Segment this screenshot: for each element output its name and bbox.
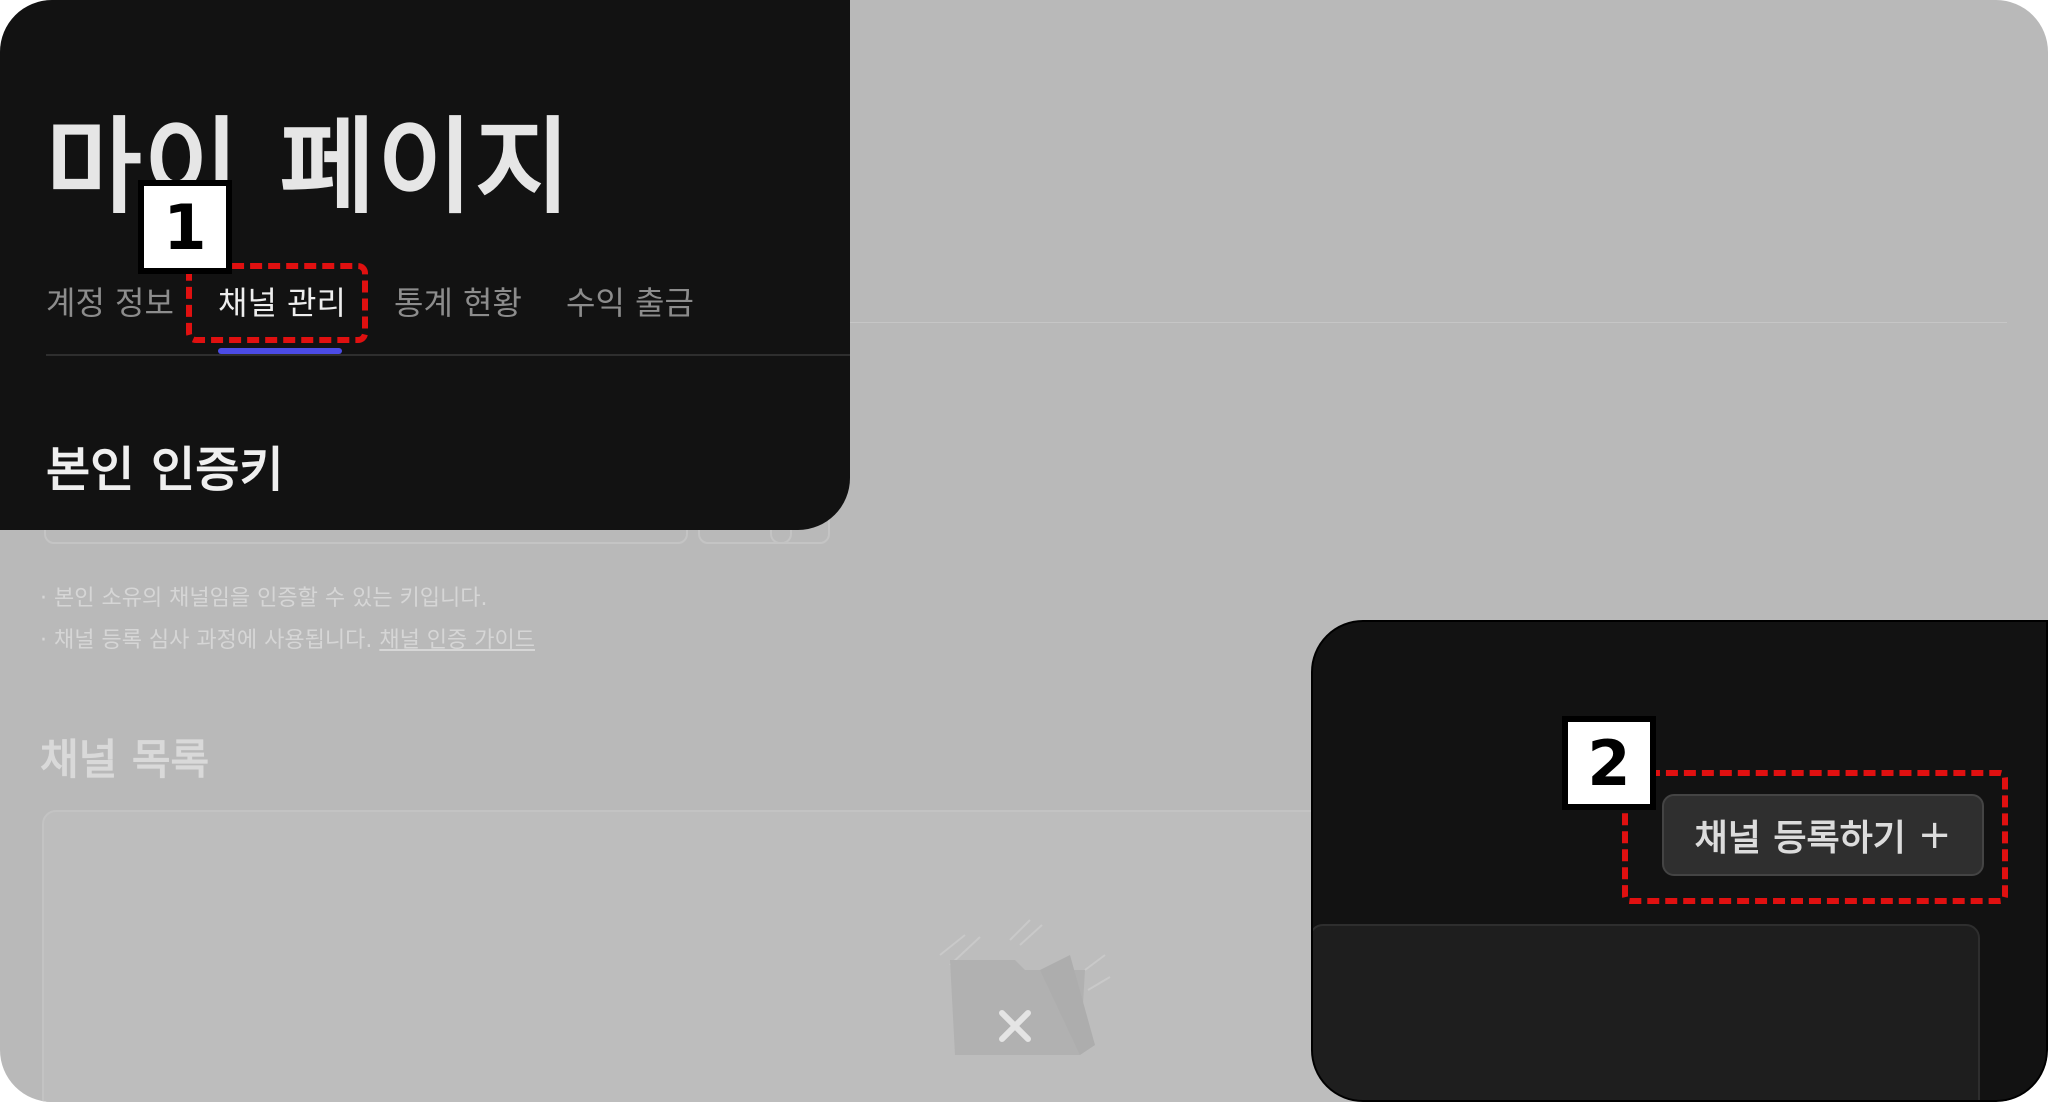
zoom-panel-register: 채널 등록하기 + 2 <box>1311 620 2048 1102</box>
channel-list-box-zoomed <box>1313 924 1980 1100</box>
channel-auth-guide-link[interactable]: 채널 인증 가이드 <box>379 628 535 653</box>
tab-bar-divider <box>46 354 850 356</box>
auth-key-note-2: · 채널 등록 심사 과정에 사용됩니다. 채널 인증 가이드 <box>40 622 535 654</box>
channel-list-box <box>42 810 1442 1102</box>
step-badge-1: 1 <box>138 180 232 274</box>
step-badge-2: 2 <box>1562 716 1656 810</box>
page-title: 마이 페이지 <box>46 106 573 228</box>
empty-folder-x-icon <box>939 919 1111 1055</box>
auth-key-title: 본인 인증키 <box>46 442 284 498</box>
tab-account-info[interactable]: 계정 정보 <box>46 278 174 324</box>
channel-list-title: 채널 목록 <box>40 735 210 784</box>
zoom-panel-tabs: 마이 페이지 계정 정보 채널 관리 통계 현황 수익 출금 본인 인증키 1 <box>0 0 850 530</box>
auth-key-note-2-text: · 채널 등록 심사 과정에 사용됩니다. <box>40 628 373 653</box>
auth-key-note-1: · 본인 소유의 채널임을 인증할 수 있는 키입니다. <box>40 586 488 611</box>
tab-statistics[interactable]: 통계 현황 <box>394 278 522 324</box>
tab-revenue-withdrawal[interactable]: 수익 출금 <box>566 278 694 324</box>
highlight-box-1 <box>186 263 368 343</box>
tabs-divider <box>850 322 2007 323</box>
highlight-box-2 <box>1622 770 2008 904</box>
screenshot-stage: · 본인 소유의 채널임을 인증할 수 있는 키입니다. · 채널 등록 심사 … <box>0 0 2048 1102</box>
